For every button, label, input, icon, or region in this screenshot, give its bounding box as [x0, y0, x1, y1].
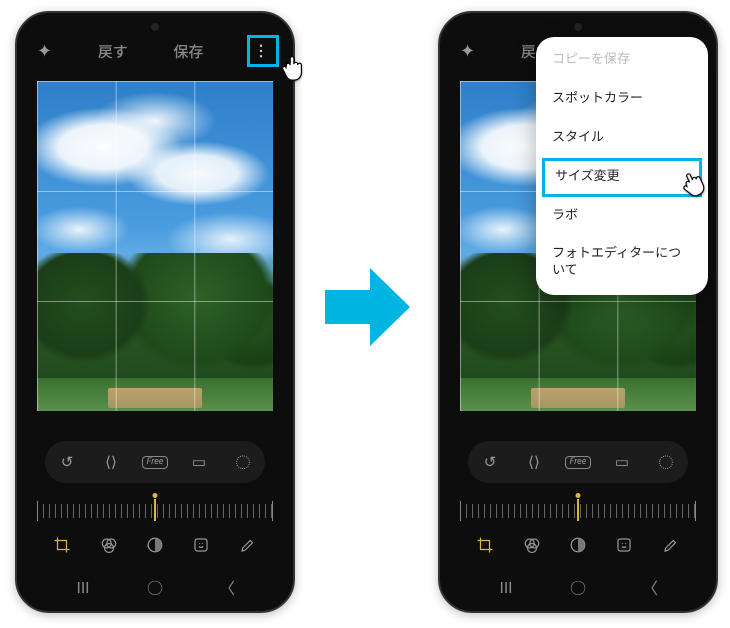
- flip-icon[interactable]: ⟨⟩: [521, 453, 547, 471]
- menu-item-save-copy[interactable]: コピーを保存: [536, 41, 708, 80]
- aspect-free-button[interactable]: Free: [142, 456, 168, 469]
- rotate-icon[interactable]: ↺: [54, 453, 80, 471]
- ruler-dot: [153, 493, 158, 498]
- crop-tool-row: ↺ ⟨⟩ Free ▭ ◌: [45, 441, 265, 483]
- menu-item-about[interactable]: フォトエディターについて: [536, 235, 708, 291]
- filters-tab-icon[interactable]: [520, 533, 544, 557]
- flip-icon[interactable]: ⟨⟩: [98, 453, 124, 471]
- phone-mock-left: ✦ 戻す 保存 ↺ ⟨⟩ Free ▭ ◌: [15, 11, 295, 613]
- aspect-ratio-icon[interactable]: ▭: [609, 453, 635, 471]
- more-vertical-icon: [252, 42, 270, 60]
- crop-tab-icon[interactable]: [50, 533, 74, 557]
- photo-path: [108, 388, 202, 408]
- adjust-tab-icon[interactable]: [566, 533, 590, 557]
- nav-recents-icon[interactable]: III: [494, 578, 518, 597]
- aspect-free-button[interactable]: Free: [565, 456, 591, 469]
- crop-tab-icon[interactable]: [473, 533, 497, 557]
- camera-dot: [151, 23, 159, 31]
- filters-tab-icon[interactable]: [97, 533, 121, 557]
- camera-dot: [574, 23, 582, 31]
- menu-item-spot-color[interactable]: スポットカラー: [536, 80, 708, 119]
- ruler-dot: [576, 493, 581, 498]
- ruler-needle: [154, 499, 156, 521]
- magic-icon[interactable]: ✦: [37, 41, 52, 62]
- magic-icon[interactable]: ✦: [460, 41, 475, 62]
- menu-item-style[interactable]: スタイル: [536, 119, 708, 158]
- crop-tool-row: ↺ ⟨⟩ Free ▭ ◌: [468, 441, 688, 483]
- phone-mock-right: ✦ 戻す 保存 ⋮ コピーを保存 スポットカラー スタイル サイズ変更 ラボ フ…: [438, 11, 718, 613]
- perspective-icon[interactable]: ◌: [230, 452, 256, 473]
- adjust-tab-icon[interactable]: [143, 533, 167, 557]
- nav-recents-icon[interactable]: III: [71, 578, 95, 597]
- rotation-ruler[interactable]: [37, 497, 273, 525]
- flow-arrow-icon: [325, 268, 410, 346]
- nav-home-icon[interactable]: ○: [566, 575, 590, 599]
- photo-path: [531, 388, 625, 408]
- sticker-tab-icon[interactable]: [189, 533, 213, 557]
- save-button[interactable]: 保存: [173, 41, 203, 62]
- system-navbar: III ○ 〈: [17, 569, 293, 611]
- ruler-needle: [577, 499, 579, 521]
- nav-back-icon[interactable]: 〈: [215, 575, 239, 599]
- editor-bottom-toolbar: [17, 523, 293, 567]
- aspect-ratio-icon[interactable]: ▭: [186, 453, 212, 471]
- more-menu-popup: コピーを保存 スポットカラー スタイル サイズ変更 ラボ フォトエディターについ…: [536, 37, 708, 295]
- back-button[interactable]: 戻す: [98, 41, 128, 62]
- system-navbar: III ○ 〈: [440, 569, 716, 611]
- photo-canvas[interactable]: [37, 81, 273, 411]
- rotate-icon[interactable]: ↺: [477, 453, 503, 471]
- nav-home-icon[interactable]: ○: [143, 575, 167, 599]
- draw-tab-icon[interactable]: [659, 533, 683, 557]
- draw-tab-icon[interactable]: [236, 533, 260, 557]
- perspective-icon[interactable]: ◌: [653, 452, 679, 473]
- editor-topbar: ✦ 戻す 保存: [17, 13, 293, 71]
- rotation-ruler[interactable]: [460, 497, 696, 525]
- sticker-tab-icon[interactable]: [612, 533, 636, 557]
- editor-bottom-toolbar: [440, 523, 716, 567]
- more-button[interactable]: [249, 39, 273, 63]
- menu-item-resize[interactable]: サイズ変更: [542, 158, 702, 197]
- nav-back-icon[interactable]: 〈: [638, 575, 662, 599]
- menu-item-labs[interactable]: ラボ: [536, 197, 708, 236]
